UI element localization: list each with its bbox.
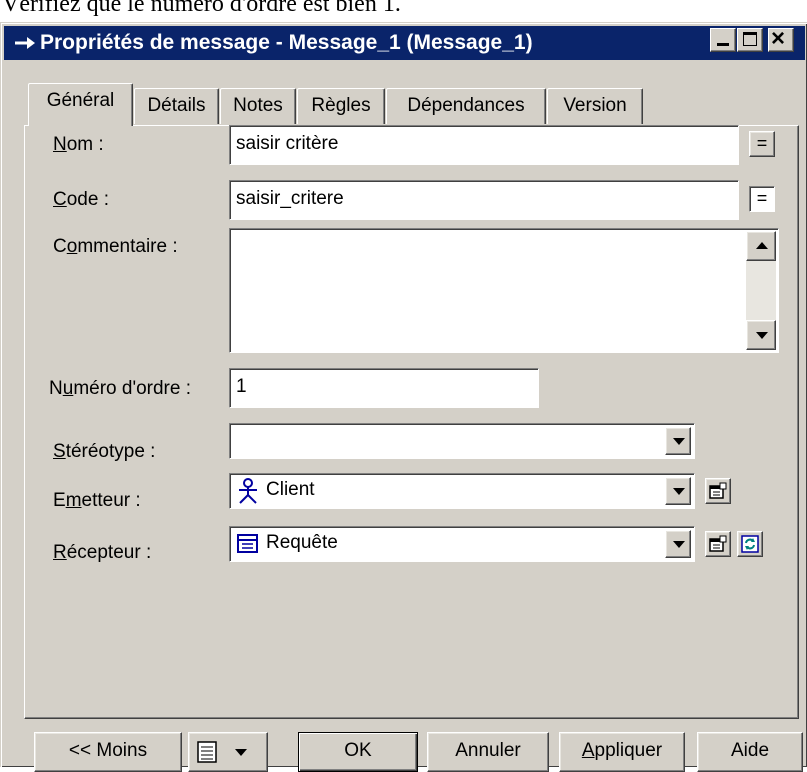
stereotype-combo[interactable] [229, 423, 695, 459]
arrow-down-icon [756, 332, 768, 339]
chevron-down-icon [673, 488, 685, 495]
chevron-down-icon [673, 541, 685, 548]
recepteur-combo[interactable]: Requête [229, 526, 695, 562]
actor-icon [236, 478, 260, 504]
arrow-up-icon [756, 242, 768, 249]
emetteur-dropdown-button[interactable] [665, 477, 691, 505]
tab-general[interactable]: Général [28, 83, 133, 126]
appliquer-button[interactable]: Appliquer [559, 732, 685, 772]
tab-label: Notes [233, 95, 283, 116]
close-icon: × [771, 25, 786, 52]
code-value: saisir_critere [236, 188, 344, 209]
annuler-button[interactable]: Annuler [427, 732, 549, 772]
recepteur-dropdown-button[interactable] [665, 530, 691, 558]
properties-icon [709, 535, 727, 552]
nom-label: Nom : [53, 134, 104, 155]
commentaire-scrollbar[interactable] [746, 231, 776, 350]
emetteur-label: Emetteur : [53, 490, 141, 511]
chevron-down-icon [235, 749, 247, 756]
aide-button[interactable]: Aide [697, 732, 803, 772]
tab-regles[interactable]: Règles [297, 88, 385, 124]
code-label: Code : [53, 189, 109, 210]
maximize-button[interactable] [737, 28, 763, 52]
scroll-up-button[interactable] [746, 231, 776, 261]
recepteur-create-button[interactable] [737, 531, 763, 557]
tab-dependances[interactable]: Dépendances [386, 88, 546, 124]
list-menu-icon [197, 741, 217, 763]
equals-icon: = [756, 188, 768, 208]
stereotype-label: Stéréotype : [53, 441, 156, 462]
arrow-message-icon [14, 26, 36, 60]
properties-icon [709, 482, 727, 499]
nom-edit-button[interactable]: = [749, 131, 775, 157]
aide-label: Aide [730, 740, 770, 761]
numero-ordre-label: Numéro d'ordre : [49, 378, 191, 399]
chevron-down-icon [673, 438, 685, 445]
nom-value: saisir critère [236, 133, 339, 154]
equals-icon: = [756, 133, 768, 153]
refresh-icon [741, 535, 759, 553]
annuler-label: Annuler [455, 740, 521, 761]
moins-label: << Moins [68, 740, 148, 761]
emetteur-combo[interactable]: Client [229, 473, 695, 509]
tab-label: Détails [147, 95, 206, 116]
tab-label: Règles [311, 95, 371, 116]
tab-label: Dépendances [407, 95, 525, 116]
tab-label: Général [46, 90, 115, 111]
ok-button[interactable]: OK [298, 732, 418, 772]
appliquer-label: Appliquer [581, 740, 663, 761]
code-input[interactable]: saisir_critere [229, 180, 739, 220]
numero-ordre-value: 1 [236, 376, 247, 397]
tab-details[interactable]: Détails [134, 88, 219, 124]
scroll-down-button[interactable] [746, 320, 776, 350]
emetteur-properties-button[interactable] [705, 478, 731, 504]
title-bar[interactable]: Propriétés de message - Message_1 (Messa… [4, 26, 805, 60]
stereotype-dropdown-button[interactable] [665, 427, 691, 455]
commentaire-label: Commentaire : [53, 236, 178, 257]
background-document-text: Vérifiez que le numéro d'ordre est bien … [2, 0, 401, 17]
ok-label: OK [344, 740, 372, 761]
tab-version[interactable]: Version [547, 88, 643, 124]
window-title: Propriétés de message - Message_1 (Messa… [40, 31, 533, 54]
maximize-icon [743, 32, 757, 46]
properties-dialog: Propriétés de message - Message_1 (Messa… [0, 22, 807, 772]
menu-dropdown-button[interactable] [188, 732, 268, 772]
nom-input[interactable]: saisir critère [229, 125, 739, 165]
code-sync-toggle[interactable]: = [749, 186, 775, 212]
emetteur-value: Client [266, 479, 315, 500]
recepteur-value: Requête [266, 532, 338, 553]
close-button[interactable]: × [768, 25, 794, 52]
commentaire-textarea[interactable] [229, 228, 779, 353]
tab-notes[interactable]: Notes [220, 88, 296, 124]
tab-label: Version [563, 95, 627, 116]
minimize-button[interactable] [710, 28, 736, 52]
recepteur-label: Récepteur : [53, 542, 152, 563]
minimize-icon [717, 43, 729, 46]
recepteur-properties-button[interactable] [705, 531, 731, 557]
object-icon [236, 533, 260, 555]
numero-ordre-input[interactable]: 1 [229, 368, 539, 408]
moins-button[interactable]: << Moins [34, 732, 182, 772]
